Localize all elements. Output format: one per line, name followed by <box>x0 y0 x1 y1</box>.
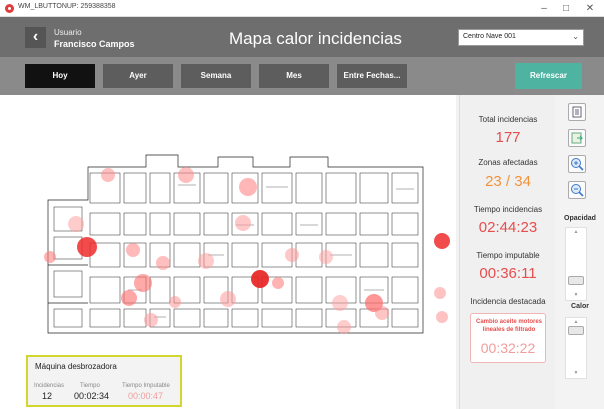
incidence-time-value: 02:44:23 <box>478 219 538 236</box>
floor-plan[interactable] <box>28 145 456 345</box>
opacity-label: Opacidad <box>564 215 596 222</box>
back-button[interactable]: ‹ <box>25 27 46 48</box>
page-title: Mapa calor incidencias <box>229 29 402 48</box>
window-titlebar: WM_LBUTTONUP: 259388358 – □ ✕ <box>0 0 604 17</box>
center-select[interactable]: Centro Nave 001 ⌄ <box>458 29 584 46</box>
heat-slider-thumb[interactable] <box>568 326 584 335</box>
tools-panel: Opacidad ▲ ▼ Calor ▲ ▼ <box>556 95 604 409</box>
filter-date-range-button[interactable]: Entre Fechas... <box>337 64 407 88</box>
slider-down-icon[interactable]: ▼ <box>566 370 586 376</box>
slider-up-icon[interactable]: ▲ <box>566 229 586 235</box>
refresh-button[interactable]: Refrescar <box>515 63 582 89</box>
highlight-incidence-time: 00:32:22 <box>480 340 536 356</box>
app-header: ‹ Usuario Francisco Campos Mapa calor in… <box>0 17 604 57</box>
slider-up-icon[interactable]: ▲ <box>566 319 586 325</box>
opacity-slider[interactable]: ▲ ▼ <box>565 227 587 301</box>
close-button[interactable]: ✕ <box>580 1 600 16</box>
machine-time-label: Tiempo <box>80 383 100 389</box>
chevron-down-icon: ⌄ <box>572 32 579 41</box>
affected-zones-label: Zonas afectadas <box>478 158 538 167</box>
minimize-button[interactable]: – <box>534 1 554 16</box>
stats-panel: Total incidencias 177 Zonas afectadas 23… <box>459 95 555 409</box>
highlight-incidence-label: Incidencia destacada <box>470 297 546 306</box>
machine-panel[interactable]: Máquina desbrozadora Incidencias 12 Tiem… <box>26 355 182 407</box>
user-label: Usuario <box>54 28 82 37</box>
opacity-slider-thumb[interactable] <box>568 276 584 285</box>
filter-week-button[interactable]: Semana <box>181 64 251 88</box>
heat-label: Calor <box>571 303 589 310</box>
center-select-value: Centro Nave 001 <box>463 33 516 40</box>
heat-slider[interactable]: ▲ ▼ <box>565 317 587 379</box>
imputable-time-value: 00:36:11 <box>479 265 537 282</box>
zoom-in-icon[interactable] <box>568 155 586 173</box>
date-filter-toolbar: Hoy Ayer Semana Mes Entre Fechas... Refr… <box>0 57 604 95</box>
machine-imputable-label: Tiempo Imputable <box>122 383 170 389</box>
filter-month-button[interactable]: Mes <box>259 64 329 88</box>
highlight-incidence-card[interactable]: Cambio aceite motores lineales de filtra… <box>470 313 546 363</box>
window-title: WM_LBUTTONUP: 259388358 <box>18 3 116 10</box>
incidence-time-label: Tiempo incidencias <box>473 205 543 214</box>
filter-yesterday-button[interactable]: Ayer <box>103 64 173 88</box>
list-icon[interactable] <box>568 103 586 121</box>
machine-incidences-value: 12 <box>42 391 53 401</box>
machine-imputable-value: 00:00:47 <box>128 391 164 401</box>
total-incidences-label: Total incidencias <box>478 115 538 124</box>
imputable-time-label: Tiempo imputable <box>476 251 540 260</box>
user-name: Francisco Campos <box>54 39 135 49</box>
app-icon <box>5 4 14 13</box>
highlight-incidence-text: Cambio aceite motores lineales de filtra… <box>475 319 543 333</box>
machine-name: Máquina desbrozadora <box>35 362 117 371</box>
filter-today-button[interactable]: Hoy <box>25 64 95 88</box>
export-icon[interactable] <box>568 129 586 147</box>
affected-zones-value: 23 / 34 <box>485 173 531 190</box>
machine-incidences-label: Incidencias <box>34 383 65 389</box>
maximize-button[interactable]: □ <box>556 1 576 16</box>
total-incidences-value: 177 <box>495 129 521 146</box>
main-content: Total incidencias 177 Zonas afectadas 23… <box>0 95 604 409</box>
slider-down-icon[interactable]: ▼ <box>566 292 586 298</box>
machine-time-value: 00:02:34 <box>74 391 110 401</box>
zoom-out-icon[interactable] <box>568 181 586 199</box>
